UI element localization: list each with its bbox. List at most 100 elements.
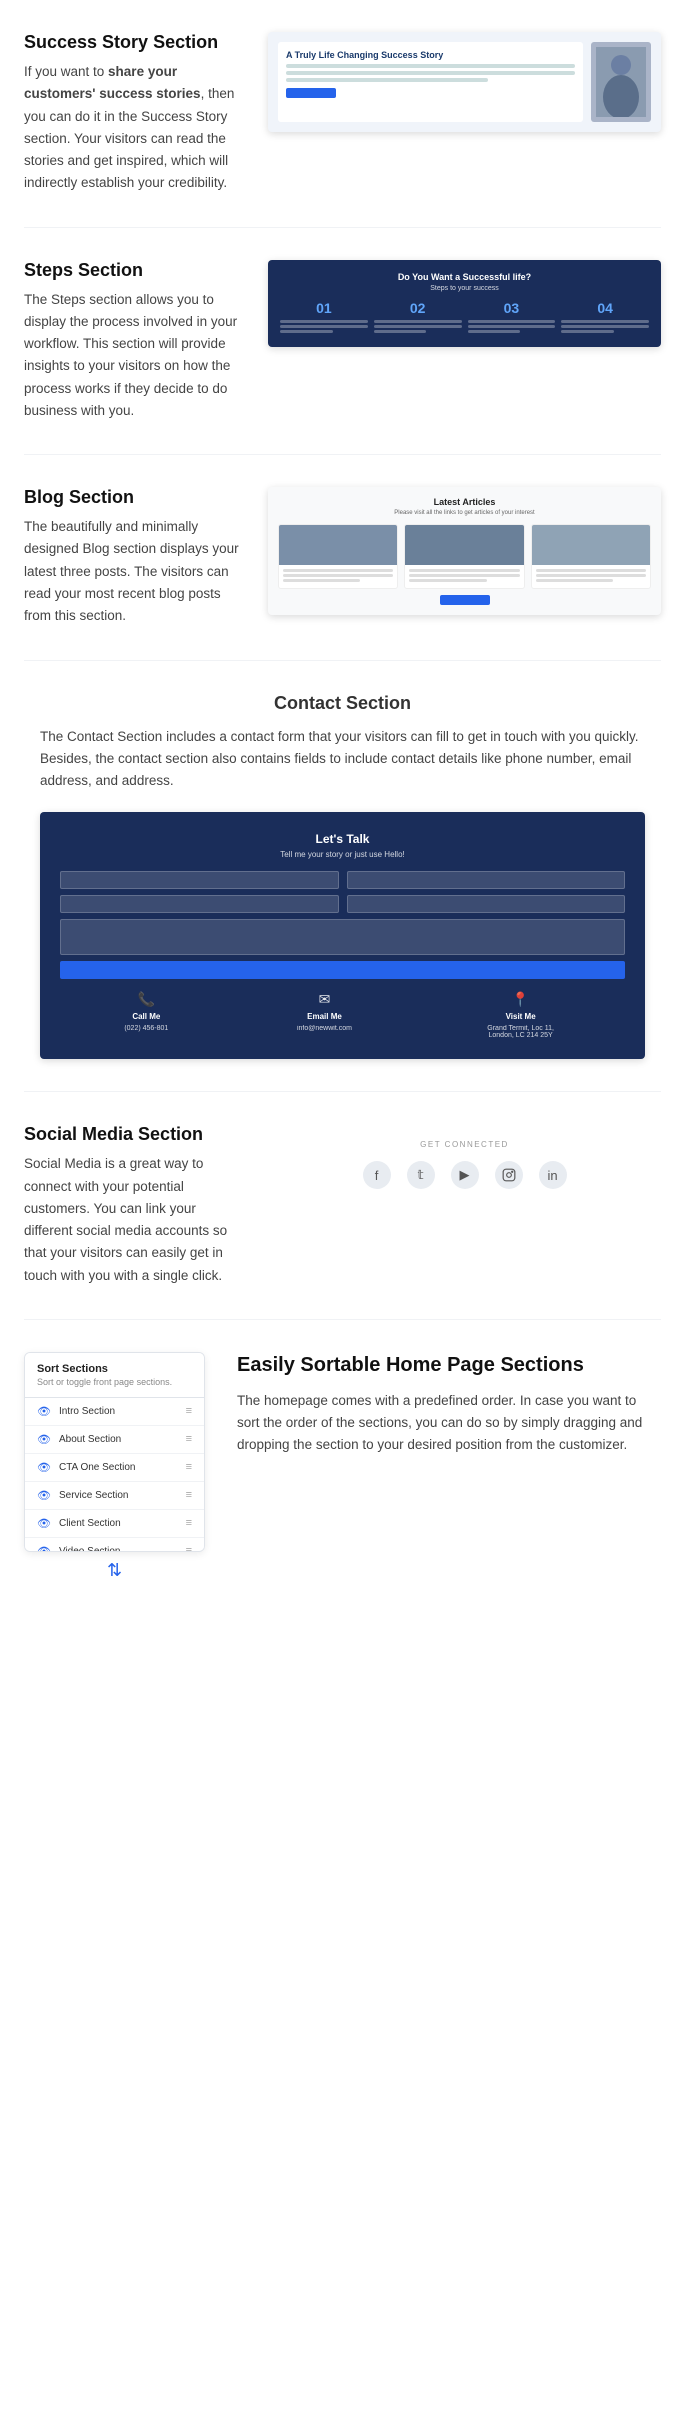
step-2-num: 02 xyxy=(374,300,462,316)
sort-item-service[interactable]: 👁 Service Section ≡ xyxy=(25,1482,204,1510)
sortable-desc: The homepage comes with a predefined ord… xyxy=(237,1390,661,1457)
sort-item-client[interactable]: 👁 Client Section ≡ xyxy=(25,1510,204,1538)
sort-arrows: ⇅ xyxy=(107,1552,122,1589)
blog-post-1-line1 xyxy=(283,569,393,572)
blog-post-2-line3 xyxy=(409,579,486,582)
contact-form-row1 xyxy=(60,871,625,889)
blog-mock-btn-wrap xyxy=(278,595,651,605)
blog-post-1-line2 xyxy=(283,574,393,577)
sort-item-intro[interactable]: 👁 Intro Section ≡ xyxy=(25,1398,204,1426)
sort-panel-header: Sort Sections Sort or toggle front page … xyxy=(25,1353,204,1398)
success-mock-title: A Truly Life Changing Success Story xyxy=(286,50,575,60)
steps-mock-subtitle: Steps to your success xyxy=(280,285,649,292)
steps-title: Steps Section xyxy=(24,260,244,281)
eye-icon-cta-one: 👁 xyxy=(37,1461,51,1474)
contact-email-label: Email Me xyxy=(307,1012,342,1021)
step-2-line3 xyxy=(374,330,427,333)
eye-icon-about: 👁 xyxy=(37,1433,51,1446)
blog-post-1 xyxy=(278,524,398,589)
contact-mock-subtitle: Tell me your story or just use Hello! xyxy=(60,850,625,859)
linkedin-icon[interactable]: in xyxy=(539,1161,567,1189)
blog-screenshot: Latest Articles Please visit all the lin… xyxy=(268,487,661,615)
blog-post-1-body xyxy=(279,565,397,588)
step-2: 02 xyxy=(374,300,462,335)
success-story-section: Success Story Section If you want to sha… xyxy=(0,0,685,227)
sort-label-about: About Section xyxy=(59,1434,178,1445)
success-story-mock: A Truly Life Changing Success Story xyxy=(268,32,661,132)
sort-label-service: Service Section xyxy=(59,1490,178,1501)
steps-text: Steps Section The Steps section allows y… xyxy=(24,260,244,423)
social-icons-row: f 𝕥 ▶ in xyxy=(284,1161,645,1189)
success-mock-btn xyxy=(286,88,336,98)
success-mock-line2 xyxy=(286,71,575,75)
blog-view-all-btn xyxy=(440,595,490,605)
eye-icon-intro: 👁 xyxy=(37,1405,51,1418)
social-text: Social Media Section Social Media is a g… xyxy=(24,1124,244,1287)
sortable-title: Easily Sortable Home Page Sections xyxy=(237,1352,661,1378)
sort-item-video[interactable]: 👁 Video Section ≡ xyxy=(25,1538,204,1552)
sortable-section: Sort Sections Sort or toggle front page … xyxy=(0,1320,685,1621)
success-mock-line3 xyxy=(286,78,488,82)
step-3-line1 xyxy=(468,320,556,323)
youtube-icon[interactable]: ▶ xyxy=(451,1161,479,1189)
step-4-line1 xyxy=(561,320,649,323)
blog-section: Blog Section The beautifully and minimal… xyxy=(0,455,685,659)
blog-post-3-line2 xyxy=(536,574,646,577)
step-2-line1 xyxy=(374,320,462,323)
blog-mock-subtitle: Please visit all the links to get articl… xyxy=(278,510,651,516)
blog-text: Blog Section The beautifully and minimal… xyxy=(24,487,244,627)
contact-email-info: ✉ Email Me info@newwit.com xyxy=(297,991,352,1039)
step-2-line2 xyxy=(374,325,462,328)
eye-icon-video: 👁 xyxy=(37,1545,51,1552)
step-4-line3 xyxy=(561,330,614,333)
handle-icon-cta-one: ≡ xyxy=(186,1461,192,1473)
social-desc: Social Media is a great way to connect w… xyxy=(24,1153,244,1287)
contact-phone-val: (022) 456-801 xyxy=(124,1025,168,1032)
contact-address-val: Grand Termit, Loc 11, London, LC 214 25Y xyxy=(481,1025,561,1039)
blog-post-2-img xyxy=(405,525,523,565)
contact-address-label: Visit Me xyxy=(506,1012,536,1021)
blog-mock-title: Latest Articles xyxy=(278,497,651,507)
blog-post-2-line2 xyxy=(409,574,519,577)
sort-panel-header-sub: Sort or toggle front page sections. xyxy=(37,1377,192,1387)
handle-icon-video: ≡ xyxy=(186,1545,192,1552)
contact-section: Contact Section The Contact Section incl… xyxy=(0,661,685,1092)
eye-icon-service: 👁 xyxy=(37,1489,51,1502)
success-mock-image xyxy=(591,42,651,122)
blog-post-3 xyxy=(531,524,651,589)
contact-name-input xyxy=(60,871,339,889)
sort-item-cta-one[interactable]: 👁 CTA One Section ≡ xyxy=(25,1454,204,1482)
up-down-arrows-icon: ⇅ xyxy=(107,1560,122,1581)
contact-subject-input xyxy=(347,895,626,913)
contact-submit-btn xyxy=(60,961,625,979)
twitter-icon[interactable]: 𝕥 xyxy=(407,1161,435,1189)
step-3-num: 03 xyxy=(468,300,556,316)
success-mock-line1 xyxy=(286,64,575,68)
step-4: 04 xyxy=(561,300,649,335)
step-3: 03 xyxy=(468,300,556,335)
handle-icon-intro: ≡ xyxy=(186,1405,192,1417)
social-mock: GET CONNECTED f 𝕥 ▶ in xyxy=(268,1124,661,1205)
blog-post-2 xyxy=(404,524,524,589)
steps-screenshot: Do You Want a Successful life? Steps to … xyxy=(268,260,661,347)
success-image-illustration xyxy=(596,47,646,117)
contact-form-row2 xyxy=(60,895,625,913)
contact-info-row: 📞 Call Me (022) 456-801 ✉ Email Me info@… xyxy=(60,991,625,1039)
facebook-icon[interactable]: f xyxy=(363,1161,391,1189)
sortable-text: Easily Sortable Home Page Sections The h… xyxy=(237,1352,661,1457)
contact-mock-title: Let's Talk xyxy=(60,832,625,846)
steps-mock-title: Do You Want a Successful life? xyxy=(280,272,649,282)
step-1-line3 xyxy=(280,330,333,333)
instagram-icon[interactable] xyxy=(495,1161,523,1189)
blog-post-2-body xyxy=(405,565,523,588)
sort-item-about[interactable]: 👁 About Section ≡ xyxy=(25,1426,204,1454)
sort-panel-header-title: Sort Sections xyxy=(37,1363,192,1375)
success-story-title: Success Story Section xyxy=(24,32,244,53)
blog-post-1-img xyxy=(279,525,397,565)
handle-icon-client: ≡ xyxy=(186,1517,192,1529)
step-4-line2 xyxy=(561,325,649,328)
phone-icon: 📞 xyxy=(138,991,155,1008)
steps-desc: The Steps section allows you to display … xyxy=(24,289,244,423)
sort-label-intro: Intro Section xyxy=(59,1406,178,1417)
handle-icon-about: ≡ xyxy=(186,1433,192,1445)
